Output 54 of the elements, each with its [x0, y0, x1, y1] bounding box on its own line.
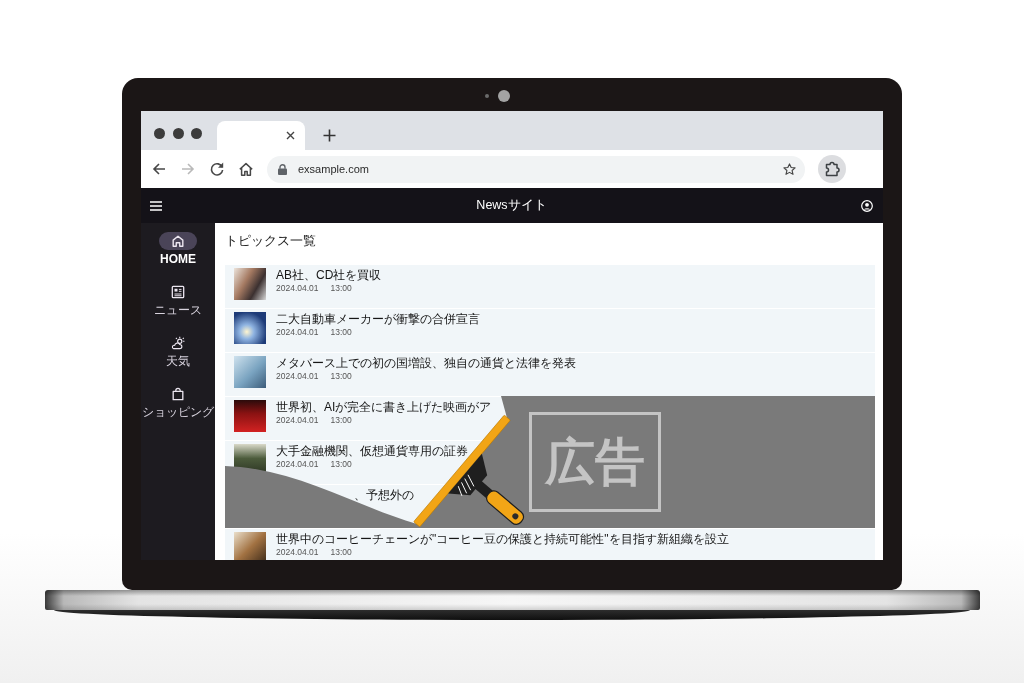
reload-icon[interactable] — [209, 161, 225, 177]
article-title: 世界中のコーヒーチェーンが"コーヒー豆の保護と持続可能性"を目指す新組織を設立 — [276, 532, 729, 546]
article-date: 2024.04.01 — [276, 414, 319, 426]
article-time: 13:00 — [330, 326, 352, 338]
weather-icon — [171, 336, 185, 350]
menu-icon[interactable] — [150, 200, 162, 211]
window-control-icon[interactable] — [191, 127, 202, 139]
article-date: 2024.04.01 — [276, 458, 319, 470]
article-time: 13:00 — [330, 546, 352, 558]
ad-label: 広告 — [529, 412, 661, 512]
back-arrow-icon[interactable] — [151, 161, 167, 177]
sidebar-nav-item[interactable]: 天気 — [141, 334, 215, 385]
lock-icon — [278, 163, 287, 175]
article-title: AB社、CD社を買収 — [276, 268, 382, 282]
sidebar-nav-item[interactable]: ニュース — [141, 283, 215, 334]
sidebar-nav-item[interactable]: ショッピング — [141, 385, 215, 436]
star-icon[interactable] — [782, 162, 796, 176]
photo-placeholder — [234, 356, 266, 388]
article-time: 13:00 — [330, 282, 352, 294]
article-title: 二大自動車メーカーが衝撃の合併宣言 — [276, 312, 480, 326]
address-field[interactable]: exsample.com — [267, 155, 805, 183]
article-title: 大手金融機関、仮想通貨専用の証券 — [276, 444, 468, 458]
article-date: 2024.04.01 — [276, 282, 319, 294]
photo-placeholder — [234, 312, 266, 344]
article-title: 世界初、AIが完全に書き上げた映画がア — [276, 400, 492, 414]
article-time: 13:00 — [330, 458, 352, 470]
newspaper-icon — [171, 285, 185, 299]
account-icon[interactable] — [861, 199, 873, 212]
article-title: メタバース上での初の国増設、独自の通貨と法律を発表 — [276, 356, 576, 370]
plus-icon[interactable] — [322, 128, 336, 142]
article-row[interactable]: AB社、CD社を買収 2024.04.01 13:00 — [225, 265, 875, 308]
article-title: 、予想外の — [354, 488, 414, 502]
article-row[interactable]: 世界中のコーヒーチェーンが"コーヒー豆の保護と持続可能性"を目指す新組織を設立 2024.04.01 13:00 — [225, 529, 875, 560]
puzzle-piece-icon[interactable] — [818, 155, 846, 183]
photo-placeholder — [234, 268, 266, 300]
article-time: 13:00 — [330, 370, 352, 382]
home-icon — [159, 232, 197, 250]
webcam-icon — [485, 90, 510, 102]
article-date: 2024.04.01 — [276, 370, 319, 382]
photo-placeholder — [234, 400, 266, 432]
window-control-icon[interactable] — [172, 127, 184, 139]
article-date: 2024.04.01 — [276, 546, 319, 558]
close-icon[interactable] — [285, 131, 295, 140]
page-heading: トピックス一覧 — [225, 232, 317, 249]
article-row[interactable]: メタバース上での初の国増設、独自の通貨と法律を発表 2024.04.01 13:00 — [225, 353, 875, 396]
article-time: 13:00 — [330, 414, 352, 426]
photo-placeholder — [234, 532, 266, 560]
site-title: Newsサイト — [476, 197, 547, 214]
article-row[interactable]: 二大自動車メーカーが衝撃の合併宣言 2024.04.01 13:00 — [225, 309, 875, 352]
home-icon[interactable] — [238, 161, 254, 177]
shopping-bag-icon — [171, 387, 185, 401]
sidebar-nav-item[interactable]: HOME — [141, 232, 215, 283]
article-date: 2024.04.01 — [276, 326, 319, 338]
window-control-icon[interactable] — [154, 127, 165, 139]
